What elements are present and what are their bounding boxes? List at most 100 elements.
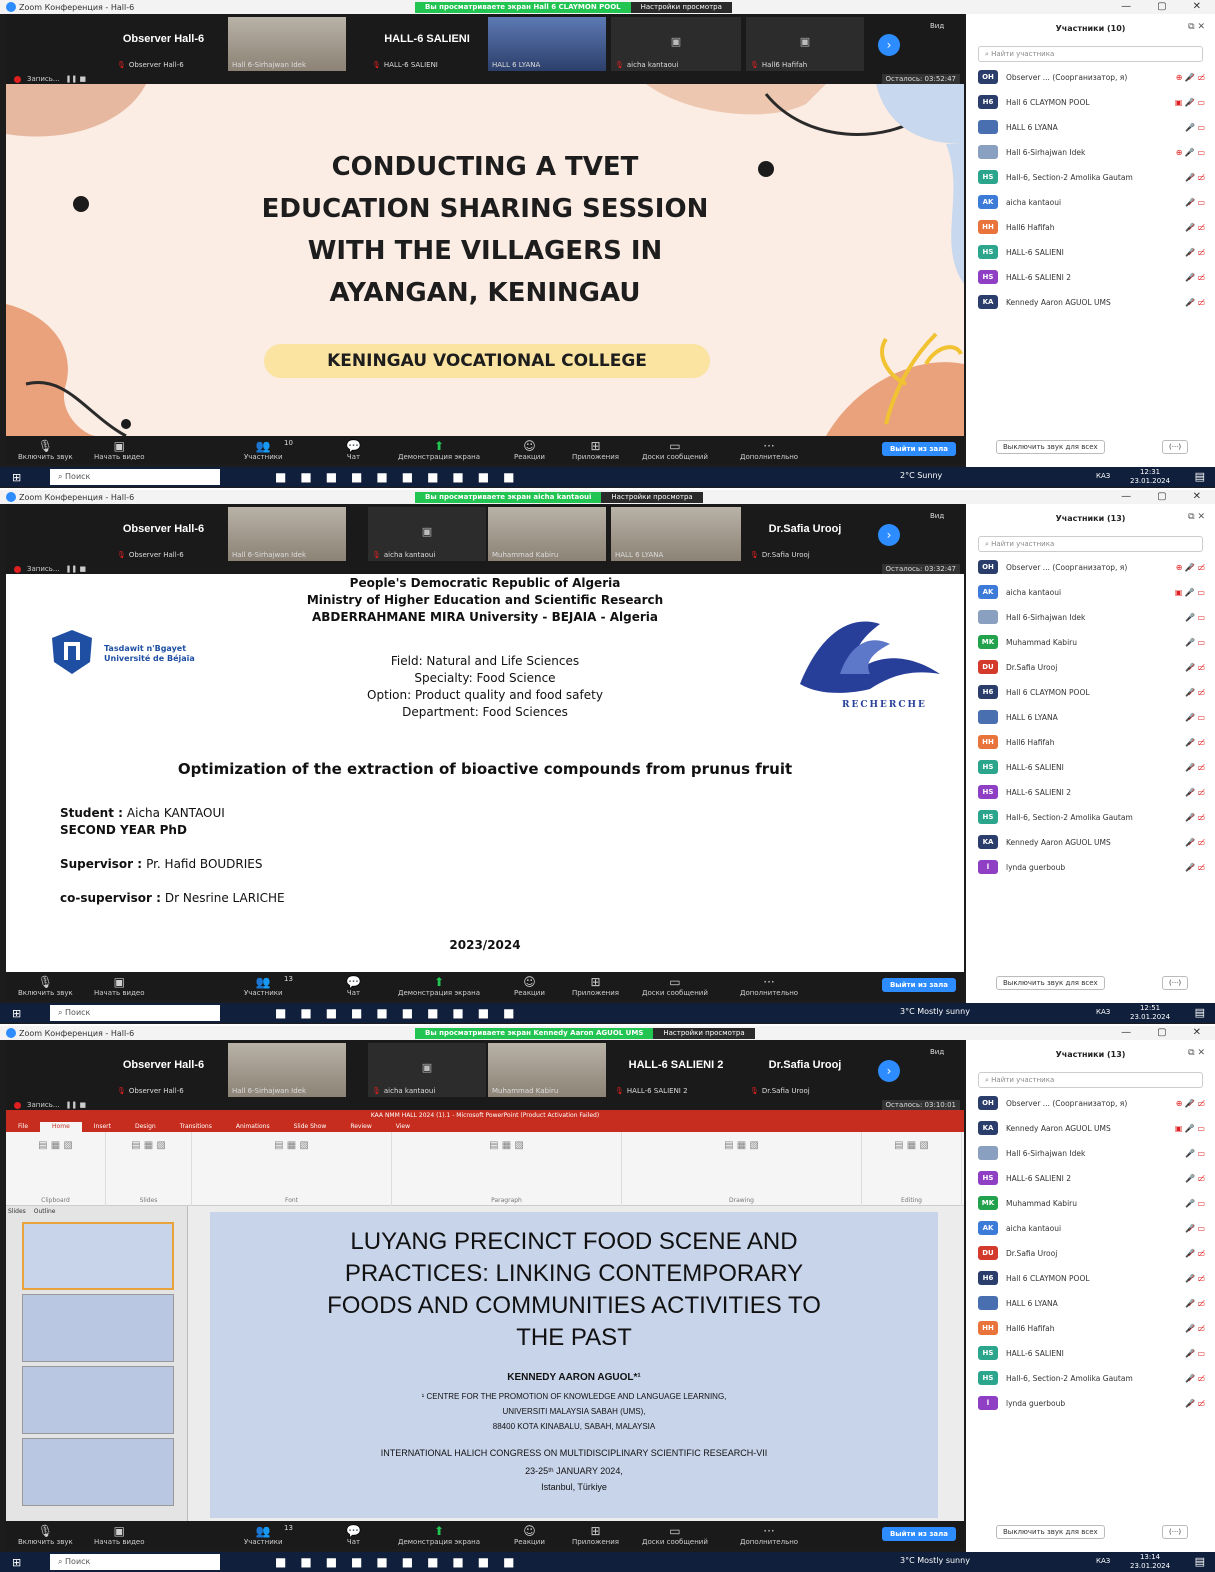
participant-row[interactable]: Hall 6-Sirhajwan Idek 🎤 ▭ [978,1142,1205,1164]
mail-icon[interactable]: ■ [376,1006,387,1020]
video-tile[interactable]: HALL-6 SALIENI 2 🎙 HALL-6 SALIENI 2 [611,1043,741,1097]
participant-row[interactable]: HALL 6 LYANA 🎤̸ ▭̸ [978,1292,1205,1314]
ribbon-tab[interactable]: Slide Show [282,1122,339,1132]
windows-start-icon[interactable]: ⊞ [12,1007,21,1020]
participant-status-icons[interactable]: 🎤̸ ▭ [1185,713,1205,722]
participant-status-icons[interactable]: 🎤̸ ▭̸ [1185,298,1205,307]
start-video-button[interactable]: ▣ Начать видео [94,1524,145,1546]
participant-row[interactable]: DU Dr.Safia Urooj 🎤̸ ▭̸ [978,656,1205,678]
more-button[interactable]: ··· Дополнительно [740,439,798,461]
participant-row[interactable]: KA Kennedy Aaron AGUOL UMS ▣ 🎤 ▭ [978,1117,1205,1139]
panel-more-button[interactable]: (···) [1162,1525,1189,1539]
slide-thumbnail[interactable] [22,1222,174,1290]
participant-row[interactable]: MK Muhammad Kabiru 🎤 ▭ [978,631,1205,653]
chrome-alt-icon[interactable]: ■ [427,1555,438,1569]
ribbon-group[interactable]: ▤ ▦ ▧ Slides [106,1132,192,1206]
participant-status-icons[interactable]: 🎤̸ ▭̸ [1185,1399,1205,1408]
participant-row[interactable]: AK aicha kantaoui 🎤̸ ▭ [978,191,1205,213]
participant-row[interactable]: HALL 6 LYANA 🎤̸ ▭ [978,706,1205,728]
word-icon[interactable]: ■ [452,470,463,484]
next-page-arrow-icon[interactable]: › [878,524,900,546]
whiteboards-button[interactable]: ▭ Доски сообщений [642,975,708,997]
video-tile[interactable]: Hall 6-Sirhajwan Idek [228,17,346,71]
view-options-button[interactable]: Настройки просмотра [653,1028,755,1039]
participant-row[interactable]: H6 Hall 6 CLAYMON POOL 🎤̸ ▭̸ [978,681,1205,703]
participant-row[interactable]: HH Hall6 Hafifah 🎤̸ ▭̸ [978,731,1205,753]
maximize-button[interactable]: ▢ [1157,1026,1166,1040]
ribbon-tab[interactable]: View [384,1122,422,1132]
task-view-icon[interactable]: ■ [275,1555,286,1569]
participant-status-icons[interactable]: 🎤̸ ▭̸ [1185,738,1205,747]
participant-status-icons[interactable]: 🎤̸ ▭̸ [1185,1249,1205,1258]
notification-icon[interactable]: ▤ [1195,1555,1205,1568]
slide-thumbnail[interactable] [22,1294,174,1362]
mail-icon[interactable]: ■ [376,470,387,484]
close-button[interactable]: ✕ [1193,490,1201,504]
clock[interactable]: 13:14 23.01.2024 [1130,1553,1170,1571]
slide-thumbnail[interactable] [22,1366,174,1434]
participant-row[interactable]: MK Muhammad Kabiru 🎤 ▭ [978,1192,1205,1214]
participant-status-icons[interactable]: 🎤̸ ▭̸ [1185,838,1205,847]
whiteboards-button[interactable]: ▭ Доски сообщений [642,1524,708,1546]
participant-status-icons[interactable]: ▣ 🎤̸ ▭ [1175,98,1205,107]
participant-status-icons[interactable]: 🎤 ▭ [1185,123,1205,132]
ribbon-group[interactable]: ▤ ▦ ▧ Paragraph [392,1132,622,1206]
participant-row[interactable]: Hall 6-Sirhajwan Idek 🎤 ▭ [978,606,1205,628]
taskbar-search[interactable]: ⌕ Поиск [50,469,220,485]
video-tile[interactable]: Hall 6-Sirhajwan Idek [228,507,346,561]
reactions-button[interactable]: ☺ Реакции [514,1524,545,1546]
participants-button[interactable]: 👥 Участники [244,1524,283,1546]
pause-icon[interactable]: ❚❚ ■ [66,1100,87,1110]
view-menu-button[interactable]: Вид [930,22,944,30]
video-tile[interactable]: ▣ 🎙 aicha kantaoui [611,17,741,71]
participant-row[interactable]: HS HALL-6 SALIENI 🎤̸ ▭ [978,1342,1205,1364]
participant-status-icons[interactable]: 🎤 ▭ [1185,613,1205,622]
next-page-arrow-icon[interactable]: › [878,34,900,56]
notification-icon[interactable]: ▤ [1195,1006,1205,1019]
mute-all-button[interactable]: Выключить звук для всех [996,440,1105,454]
zoom-icon[interactable]: ■ [478,1555,489,1569]
participant-row[interactable]: HH Hall6 Hafifah 🎤̸ ▭̸ [978,1317,1205,1339]
maximize-button[interactable]: ▢ [1157,490,1166,504]
pane-tab[interactable]: Outline [34,1208,56,1215]
participant-status-icons[interactable]: 🎤̸ ▭̸ [1185,1324,1205,1333]
unmute-button[interactable]: 🎙 Включить звук [18,975,73,997]
participant-row[interactable]: HS HALL-6 SALIENI 2 🎤 ▭̸ [978,1167,1205,1189]
video-tile[interactable]: HALL 6 LYANA [488,17,606,71]
zoom-alt-icon[interactable]: ■ [503,470,514,484]
participant-row[interactable]: H6 Hall 6 CLAYMON POOL 🎤̸ ▭̸ [978,1267,1205,1289]
windows-start-icon[interactable]: ⊞ [12,1556,21,1569]
leave-room-button[interactable]: Выйти из зала [881,1527,956,1541]
store-icon[interactable]: ■ [351,470,362,484]
taskbar-search[interactable]: ⌕ Поиск [50,1554,220,1570]
task-view-icon[interactable]: ■ [275,470,286,484]
video-tile[interactable]: Muhammad Kabiru [488,507,606,561]
participant-status-icons[interactable]: ⊕ 🎤̸ ▭̸ [1176,1099,1205,1108]
participant-row[interactable]: HS HALL-6 SALIENI 2 🎤̸ ▭̸ [978,266,1205,288]
reactions-button[interactable]: ☺ Реакции [514,439,545,461]
participant-status-icons[interactable]: 🎤̸ ▭̸ [1185,173,1205,182]
ribbon-group[interactable]: ▤ ▦ ▧ Clipboard [6,1132,106,1206]
panel-more-button[interactable]: (···) [1162,976,1189,990]
clock[interactable]: 12:31 23.01.2024 [1130,468,1170,486]
participant-status-icons[interactable]: 🎤̸ ▭̸ [1185,663,1205,672]
video-tile[interactable]: Dr.Safia Urooj 🎙 Dr.Safia Urooj [746,507,864,561]
view-options-button[interactable]: Настройки просмотра [601,492,703,503]
participant-row[interactable]: H6 Hall 6 CLAYMON POOL ▣ 🎤̸ ▭ [978,91,1205,113]
keyboard-language[interactable]: КАЗ [1096,1557,1110,1565]
participants-button[interactable]: 👥 Участники [244,439,283,461]
popout-close-icon[interactable]: ⧉ ✕ [1188,512,1205,522]
participant-row[interactable]: Hall 6-Sirhajwan Idek ⊕ 🎤 ▭ [978,141,1205,163]
participant-row[interactable]: KA Kennedy Aaron AGUOL UMS 🎤̸ ▭̸ [978,291,1205,313]
participant-row[interactable]: HH Hall6 Hafifah 🎤̸ ▭̸ [978,216,1205,238]
more-button[interactable]: ··· Дополнительно [740,1524,798,1546]
share-screen-button[interactable]: ⬆ Демонстрация экрана [398,975,480,997]
zoom-alt-icon[interactable]: ■ [503,1555,514,1569]
chat-button[interactable]: 💬 Чат [346,1524,361,1546]
participant-status-icons[interactable]: 🎤̸ ▭̸ [1185,273,1205,282]
apps-button[interactable]: ⊞ Приложения [572,439,619,461]
close-button[interactable]: ✕ [1193,0,1201,14]
video-tile[interactable]: Observer Hall-6 🎙 Observer Hall-6 [101,1043,226,1097]
ribbon-tab[interactable]: Review [338,1122,383,1132]
more-button[interactable]: ··· Дополнительно [740,975,798,997]
